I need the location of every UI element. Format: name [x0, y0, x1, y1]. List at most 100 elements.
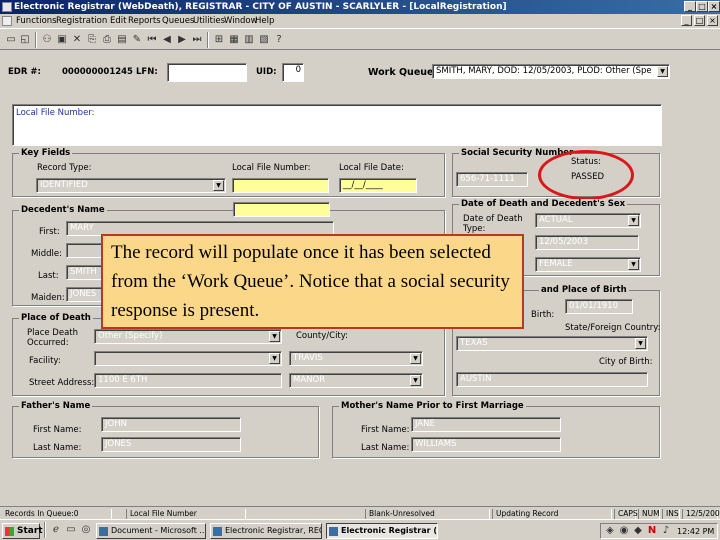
menu-queues[interactable]: Queues: [162, 14, 194, 28]
clock: 12:42 PM: [677, 527, 715, 536]
preview-icon[interactable]: ▤: [115, 33, 129, 47]
last-record-icon[interactable]: ⏭: [190, 33, 204, 47]
street-address-field[interactable]: 1100 E 6TH: [94, 373, 282, 388]
maximize-button[interactable]: □: [696, 1, 708, 12]
mdi-minimize-button[interactable]: _: [681, 15, 692, 26]
menu-edit[interactable]: Edit: [110, 14, 126, 28]
uid-label: UID:: [256, 67, 277, 77]
copy-icon[interactable]: ⎘: [85, 33, 99, 47]
death-city-select[interactable]: MANOR ▼: [289, 373, 423, 388]
place-of-death-group: Place of Death Place Death Occurred: Oth…: [12, 313, 445, 396]
mdi-close-button[interactable]: ×: [707, 15, 718, 26]
birth-city-field[interactable]: AUSTIN: [456, 372, 648, 387]
status-num: NUM: [638, 509, 660, 519]
volume-icon[interactable]: ♪: [659, 524, 673, 538]
county-city-label: County/City:: [296, 331, 349, 341]
start-button[interactable]: Start: [2, 523, 43, 539]
chevron-down-icon[interactable]: ▼: [628, 259, 639, 270]
task-registrar-active[interactable]: Electronic Registrar (...: [326, 523, 438, 539]
local-file-date-input[interactable]: __/__/____: [339, 178, 417, 193]
close-button[interactable]: ×: [708, 1, 720, 12]
county-value: TRAVIS: [293, 353, 323, 363]
status-date: 12/5/2003: [682, 509, 720, 519]
status-updating: Updating Record: [492, 509, 612, 519]
edr-label: EDR #:: [8, 67, 41, 77]
task-registrar[interactable]: Electronic Registrar, REG...: [210, 523, 322, 539]
record-type-select[interactable]: IDENTIFIED ▼: [36, 178, 226, 193]
place-occurred-select[interactable]: Other (Specify) ▼: [94, 329, 282, 344]
tray-n-icon[interactable]: N: [645, 524, 659, 538]
birth-date-field[interactable]: 01/01/1910: [565, 299, 633, 314]
status-records: Records In Queue:0: [2, 509, 112, 519]
image-icon[interactable]: ▦: [227, 33, 241, 47]
help-icon[interactable]: ?: [272, 33, 286, 47]
father-last-name-field[interactable]: JONES: [101, 437, 241, 452]
county-select[interactable]: TRAVIS ▼: [289, 351, 423, 366]
maiden-name-label: Maiden:: [31, 293, 65, 303]
previous-record-icon[interactable]: ◀: [160, 33, 174, 47]
menu-utilities[interactable]: Utilities: [193, 14, 225, 28]
delete-icon[interactable]: ✕: [70, 33, 84, 47]
lfn-label: LFN:: [136, 67, 158, 77]
history-icon[interactable]: ▧: [257, 33, 271, 47]
yellow-highlight-field[interactable]: [233, 202, 330, 217]
menu-help[interactable]: Help: [255, 14, 274, 28]
chevron-down-icon[interactable]: ▼: [269, 353, 280, 364]
chevron-down-icon[interactable]: ▼: [269, 331, 280, 342]
menu-registration[interactable]: Registration: [56, 14, 107, 28]
desktop-quicklaunch-icon[interactable]: ▭: [64, 523, 78, 537]
local-file-number-panel: Local File Number:: [12, 104, 662, 146]
menu-window[interactable]: Window: [224, 14, 258, 28]
chevron-down-icon[interactable]: ▼: [410, 353, 421, 364]
street-address-label: Street Address:: [29, 378, 95, 388]
print-icon[interactable]: ⎙: [100, 33, 114, 47]
sex-select[interactable]: FEMALE ▼: [535, 257, 641, 272]
tray-icon[interactable]: ◈: [603, 524, 617, 538]
death-date-field[interactable]: 12/05/2003: [535, 235, 639, 250]
mother-first-name-field[interactable]: JANE: [411, 417, 561, 432]
open-icon[interactable]: ◱: [18, 33, 32, 47]
local-file-number-input[interactable]: [232, 178, 329, 193]
work-queue-label: Work Queue:: [368, 67, 438, 78]
chevron-down-icon[interactable]: ▼: [628, 215, 639, 226]
tray-icon[interactable]: ◉: [617, 524, 631, 538]
chevron-down-icon[interactable]: ▼: [213, 180, 224, 191]
window-title: Electronic Registrar (WebDeath), REGISTR…: [14, 2, 507, 12]
tray-icon[interactable]: ◆: [631, 524, 645, 538]
ssn-field[interactable]: 656-71-1111: [456, 172, 528, 187]
edr-value: 000000001245: [62, 67, 133, 77]
death-sex-title: Date of Death and Decedent's Sex: [459, 199, 628, 209]
next-record-icon[interactable]: ▶: [175, 33, 189, 47]
chevron-down-icon[interactable]: ▼: [410, 375, 421, 386]
app-icon: [213, 527, 222, 536]
attach-icon[interactable]: ⊞: [212, 33, 226, 47]
menu-reports[interactable]: Reports: [128, 14, 161, 28]
chevron-down-icon[interactable]: ▼: [657, 66, 668, 77]
work-queue-select[interactable]: SMITH, MARY, DOD: 12/05/2003, PLOD: Othe…: [432, 64, 670, 79]
app-icon: [329, 527, 338, 536]
father-first-name-field[interactable]: JOHN: [101, 417, 241, 432]
first-record-icon[interactable]: ⏮: [145, 33, 159, 47]
mother-last-name-field[interactable]: WILLIAMS: [411, 437, 561, 452]
birth-state-select[interactable]: TEXAS ▼: [456, 336, 648, 351]
uid-field[interactable]: 0: [282, 63, 304, 82]
notes-icon[interactable]: ▥: [242, 33, 256, 47]
mdi-restore-button[interactable]: □: [694, 15, 705, 26]
minimize-button[interactable]: _: [684, 1, 696, 12]
document-icon[interactable]: [2, 16, 12, 26]
lfn-field[interactable]: [167, 63, 247, 82]
edit-icon[interactable]: ✎: [130, 33, 144, 47]
task-document[interactable]: Document - Microsoft ...: [96, 523, 206, 539]
facility-select[interactable]: ▼: [94, 351, 282, 366]
father-name-group: Father's Name First Name: JOHN Last Name…: [12, 401, 319, 458]
status-ins: INS: [662, 509, 680, 519]
toolbar-divider: [207, 32, 209, 48]
save-icon[interactable]: ▣: [55, 33, 69, 47]
browser-quicklaunch-icon[interactable]: ℯ: [49, 523, 63, 537]
chevron-down-icon[interactable]: ▼: [635, 338, 646, 349]
new-icon[interactable]: ▭: [4, 33, 18, 47]
outlook-quicklaunch-icon[interactable]: ◎: [79, 523, 93, 537]
search-binoculars-icon[interactable]: ⚇: [40, 33, 54, 47]
menu-functions[interactable]: Functions: [16, 14, 57, 28]
death-date-type-select[interactable]: ACTUAL ▼: [535, 213, 641, 228]
